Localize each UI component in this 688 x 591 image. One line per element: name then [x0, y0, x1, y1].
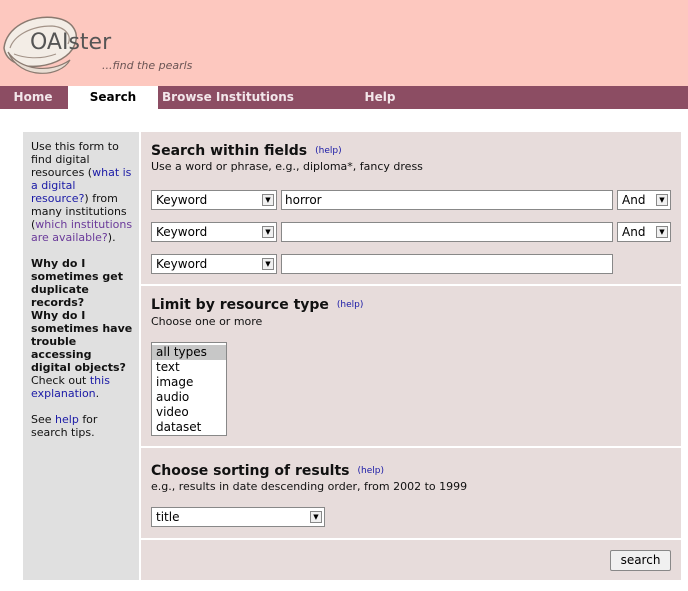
nav-search[interactable]: Search — [68, 86, 158, 110]
resource-option-audio[interactable]: audio — [152, 390, 226, 405]
dropdown-arrow-icon: ▼ — [310, 511, 322, 523]
resource-option-dataset[interactable]: dataset — [152, 420, 226, 435]
nav-home[interactable]: Home — [0, 86, 66, 109]
fields-help-link[interactable]: (help) — [315, 146, 341, 156]
field-select-3[interactable]: Keyword ▼ — [151, 254, 277, 274]
operator-select-2-value: And — [622, 225, 646, 239]
faq-access: Why do I sometimes have trouble accessin… — [31, 309, 133, 374]
operator-select-1-value: And — [622, 193, 646, 207]
operator-select-1[interactable]: And ▼ — [617, 190, 671, 210]
fields-section: Search within fields (help) Use a word or… — [141, 132, 681, 286]
checkout-period: . — [95, 387, 100, 400]
sort-select[interactable]: title ▼ — [151, 507, 325, 527]
see-text: See — [31, 413, 52, 426]
fields-title-text: Search within fields — [151, 143, 308, 159]
logo-title: OAIster — [30, 30, 112, 55]
sorting-subtitle: e.g., results in date descending order, … — [151, 480, 468, 493]
dropdown-arrow-icon: ▼ — [262, 258, 274, 270]
resource-subtitle: Choose one or more — [151, 315, 263, 328]
resource-help-link[interactable]: (help) — [337, 300, 363, 310]
field-select-1-value: Keyword — [156, 193, 208, 207]
resource-option-image[interactable]: image — [152, 375, 226, 390]
dropdown-arrow-icon: ▼ — [262, 194, 274, 206]
sorting-help-link[interactable]: (help) — [358, 466, 384, 476]
faq-duplicates: Why do I sometimes get duplicate records… — [31, 257, 123, 309]
checkout-text: Check out — [31, 374, 87, 387]
field-select-2-value: Keyword — [156, 225, 208, 239]
page-header: OAIster ...find the pearls — [0, 0, 688, 86]
sidebar: Use this form to find digital resources … — [23, 132, 139, 580]
sidebar-intro-3: ). — [107, 231, 116, 244]
search-input-2[interactable] — [281, 222, 613, 242]
fields-subtitle: Use a word or phrase, e.g., diploma*, fa… — [151, 160, 423, 173]
resource-option-video[interactable]: video — [152, 405, 226, 420]
search-input-3[interactable] — [281, 254, 613, 274]
fields-section-title: Search within fields (help) — [151, 143, 342, 159]
resource-option-all-types[interactable]: all types — [152, 345, 226, 360]
sorting-title-text: Choose sorting of results — [151, 463, 350, 479]
search-button[interactable]: search — [610, 550, 671, 571]
help-link[interactable]: help — [55, 413, 79, 426]
sort-select-value: title — [156, 510, 180, 524]
resource-option-text[interactable]: text — [152, 360, 226, 375]
nav-help[interactable]: Help — [350, 86, 410, 109]
search-form: Search within fields (help) Use a word or… — [141, 132, 681, 580]
sidebar-text: Use this form to find digital resources … — [31, 140, 133, 452]
operator-select-2[interactable]: And ▼ — [617, 222, 671, 242]
sorting-section: Choose sorting of results (help) e.g., re… — [141, 448, 681, 540]
main-nav: Home Search Browse Institutions Help — [0, 86, 688, 110]
field-select-1[interactable]: Keyword ▼ — [151, 190, 277, 210]
field-select-2[interactable]: Keyword ▼ — [151, 222, 277, 242]
nav-browse-institutions[interactable]: Browse Institutions — [160, 86, 296, 109]
which-institutions-link[interactable]: which institutions are available? — [31, 218, 132, 244]
dropdown-arrow-icon: ▼ — [262, 226, 274, 238]
search-input-1[interactable]: horror — [281, 190, 613, 210]
resource-title-text: Limit by resource type — [151, 297, 329, 313]
resource-section-title: Limit by resource type (help) — [151, 297, 363, 313]
dropdown-arrow-icon: ▼ — [656, 226, 668, 238]
dropdown-arrow-icon: ▼ — [656, 194, 668, 206]
field-select-3-value: Keyword — [156, 257, 208, 271]
resource-type-listbox[interactable]: all types text image audio video dataset — [151, 342, 227, 436]
sorting-section-title: Choose sorting of results (help) — [151, 463, 384, 479]
logo-tagline: ...find the pearls — [102, 59, 193, 72]
